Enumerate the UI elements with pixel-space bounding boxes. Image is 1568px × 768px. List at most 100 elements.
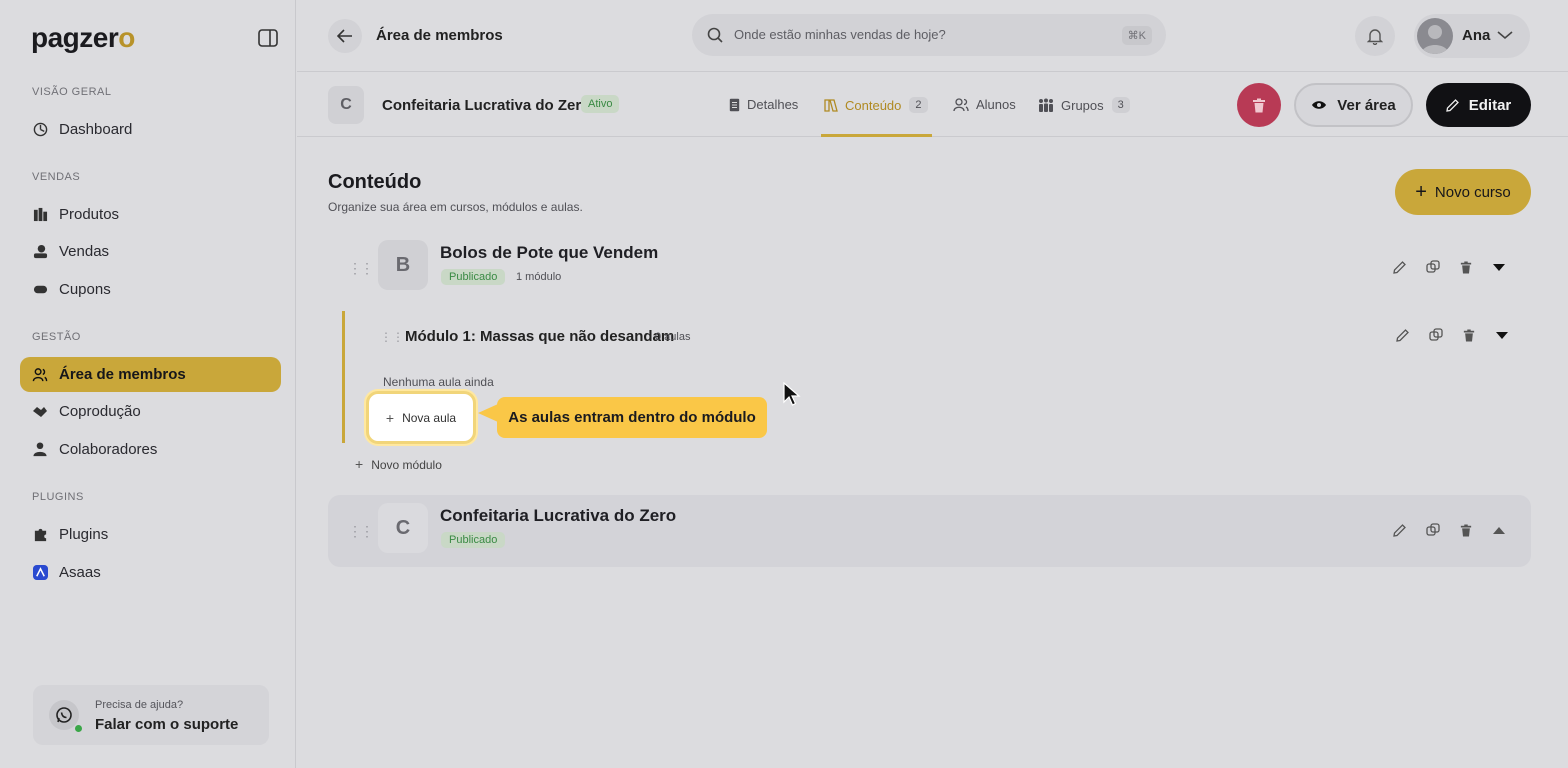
plus-icon: +	[355, 456, 364, 472]
duplicate-icon[interactable]	[1419, 328, 1452, 342]
new-module-label: Novo módulo	[371, 458, 442, 472]
members-icon	[32, 367, 48, 383]
caret-down-icon[interactable]	[1482, 263, 1515, 272]
edit-icon[interactable]	[1383, 260, 1416, 274]
user-menu[interactable]: Ana	[1414, 14, 1530, 58]
section-sales: VENDAS	[32, 171, 81, 183]
sidebar-item-asaas[interactable]: Asaas	[20, 555, 281, 590]
course-title: Confeitaria Lucrativa do Zero	[382, 97, 591, 114]
edit-label: Editar	[1468, 96, 1512, 114]
caret-down-icon[interactable]	[1485, 331, 1518, 340]
sidebar-item-label: Cupons	[59, 281, 111, 298]
chevron-down-icon	[1497, 31, 1513, 40]
drag-handle-icon[interactable]: ⋮⋮	[348, 523, 374, 540]
sidebar-item-label: Produtos	[59, 206, 120, 223]
tab-content[interactable]: Conteúdo 2	[824, 97, 928, 113]
tab-students[interactable]: Alunos	[953, 97, 1016, 112]
sidebar-item-label: Asaas	[59, 564, 101, 581]
published-badge: Publicado	[441, 269, 506, 285]
module-title: Módulo 1: Massas que não desandam	[405, 328, 675, 345]
coupon-icon	[32, 282, 48, 298]
tooltip: As aulas entram dentro do módulo	[497, 397, 767, 438]
logo[interactable]: pagzero	[31, 22, 135, 54]
drag-handle-icon[interactable]: ⋮⋮	[348, 260, 374, 277]
tab-count: 3	[1111, 97, 1130, 113]
sidebar-item-label: Colaboradores	[59, 441, 158, 458]
delete-course-button[interactable]	[1237, 83, 1281, 127]
back-button[interactable]	[328, 19, 362, 53]
online-status-dot	[75, 725, 82, 732]
sidebar-item-dashboard[interactable]: Dashboard	[20, 112, 281, 147]
page-title: Conteúdo	[328, 171, 422, 193]
support-caption: Precisa de ajuda?	[95, 699, 184, 711]
plus-icon: +	[1415, 180, 1427, 203]
group-icon	[1038, 98, 1054, 112]
section-overview: VISÃO GERAL	[32, 86, 112, 98]
document-icon	[729, 98, 740, 112]
course-card-title: Confeitaria Lucrativa do Zero	[440, 506, 677, 525]
sidebar-item-label: Área de membros	[59, 366, 186, 383]
trash-icon[interactable]	[1452, 329, 1485, 342]
course-actions	[1383, 260, 1515, 274]
sidebar-toggle-icon[interactable]	[258, 29, 278, 47]
logo-accent: o	[118, 22, 135, 53]
notifications-button[interactable]	[1355, 16, 1395, 56]
search-icon	[707, 27, 723, 43]
status-badge: Ativo	[581, 95, 620, 113]
course-badge: C	[328, 86, 364, 124]
sidebar-item-plugins[interactable]: Plugins	[20, 517, 281, 552]
trash-icon	[1253, 98, 1265, 112]
bell-icon	[1367, 29, 1383, 45]
whatsapp-icon	[49, 700, 79, 730]
sidebar-item-sales[interactable]: Vendas	[20, 234, 281, 269]
logo-text: pagzer	[31, 22, 119, 53]
edit-icon[interactable]	[1383, 523, 1416, 537]
course-header: C Confeitaria Lucrativa do Zero Ativo De…	[297, 73, 1568, 137]
sidebar-item-products[interactable]: Produtos	[20, 197, 281, 232]
search-placeholder: Onde estão minhas vendas de hoje?	[734, 27, 946, 42]
edit-icon[interactable]	[1386, 328, 1419, 342]
top-bar: Área de membros Onde estão minhas vendas…	[297, 0, 1568, 72]
search-input[interactable]: Onde estão minhas vendas de hoje? ⌘K	[692, 14, 1166, 56]
new-lesson-button[interactable]: + Nova aula	[366, 391, 476, 444]
products-icon	[32, 207, 48, 223]
course-card[interactable]: ⋮⋮ B Bolos de Pote que Vendem Publicado …	[328, 232, 1531, 304]
view-area-button[interactable]: Ver área	[1294, 83, 1413, 127]
view-area-label: Ver área	[1337, 96, 1396, 114]
module-lesson-count: 0 aulas	[655, 331, 691, 343]
avatar	[1417, 18, 1453, 54]
sidebar-item-coupons[interactable]: Cupons	[20, 272, 281, 307]
sidebar-item-label: Coprodução	[59, 403, 141, 420]
course-card[interactable]: ⋮⋮ C Confeitaria Lucrativa do Zero Publi…	[328, 495, 1531, 567]
eye-icon	[1312, 101, 1327, 109]
new-course-button[interactable]: + Novo curso	[1395, 169, 1531, 215]
duplicate-icon[interactable]	[1416, 523, 1449, 537]
tooltip-arrow	[478, 404, 498, 422]
trash-icon[interactable]	[1449, 524, 1482, 537]
tab-label: Conteúdo	[845, 97, 902, 113]
new-lesson-label: Nova aula	[402, 410, 457, 425]
edit-button[interactable]: Editar	[1426, 83, 1531, 127]
new-module-button[interactable]: + Novo módulo	[355, 456, 442, 472]
user-icon	[32, 442, 48, 458]
sidebar-item-members-area[interactable]: Área de membros	[20, 357, 281, 392]
users-icon	[953, 97, 969, 112]
tab-label: Detalhes	[747, 97, 799, 112]
user-name: Ana	[1462, 27, 1491, 44]
sidebar-item-collaborators[interactable]: Colaboradores	[20, 432, 281, 467]
sales-icon	[32, 244, 48, 260]
module-actions	[1386, 328, 1518, 342]
support-card[interactable]: Precisa de ajuda? Falar com o suporte	[33, 685, 269, 745]
tab-label: Grupos	[1061, 97, 1104, 113]
active-tab-indicator	[821, 134, 932, 137]
section-plugins: PLUGINS	[32, 491, 84, 503]
trash-icon[interactable]	[1449, 261, 1482, 274]
tab-groups[interactable]: Grupos 3	[1038, 97, 1130, 113]
caret-up-icon[interactable]	[1482, 526, 1515, 535]
sidebar-item-coproduction[interactable]: Coprodução	[20, 394, 281, 429]
module-drag-handle-icon[interactable]: ⋮⋮	[380, 330, 404, 344]
duplicate-icon[interactable]	[1416, 260, 1449, 274]
sidebar: pagzero VISÃO GERAL Dashboard VENDAS Pro…	[0, 0, 296, 768]
tab-details[interactable]: Detalhes	[729, 97, 798, 112]
handshake-icon	[32, 404, 48, 420]
